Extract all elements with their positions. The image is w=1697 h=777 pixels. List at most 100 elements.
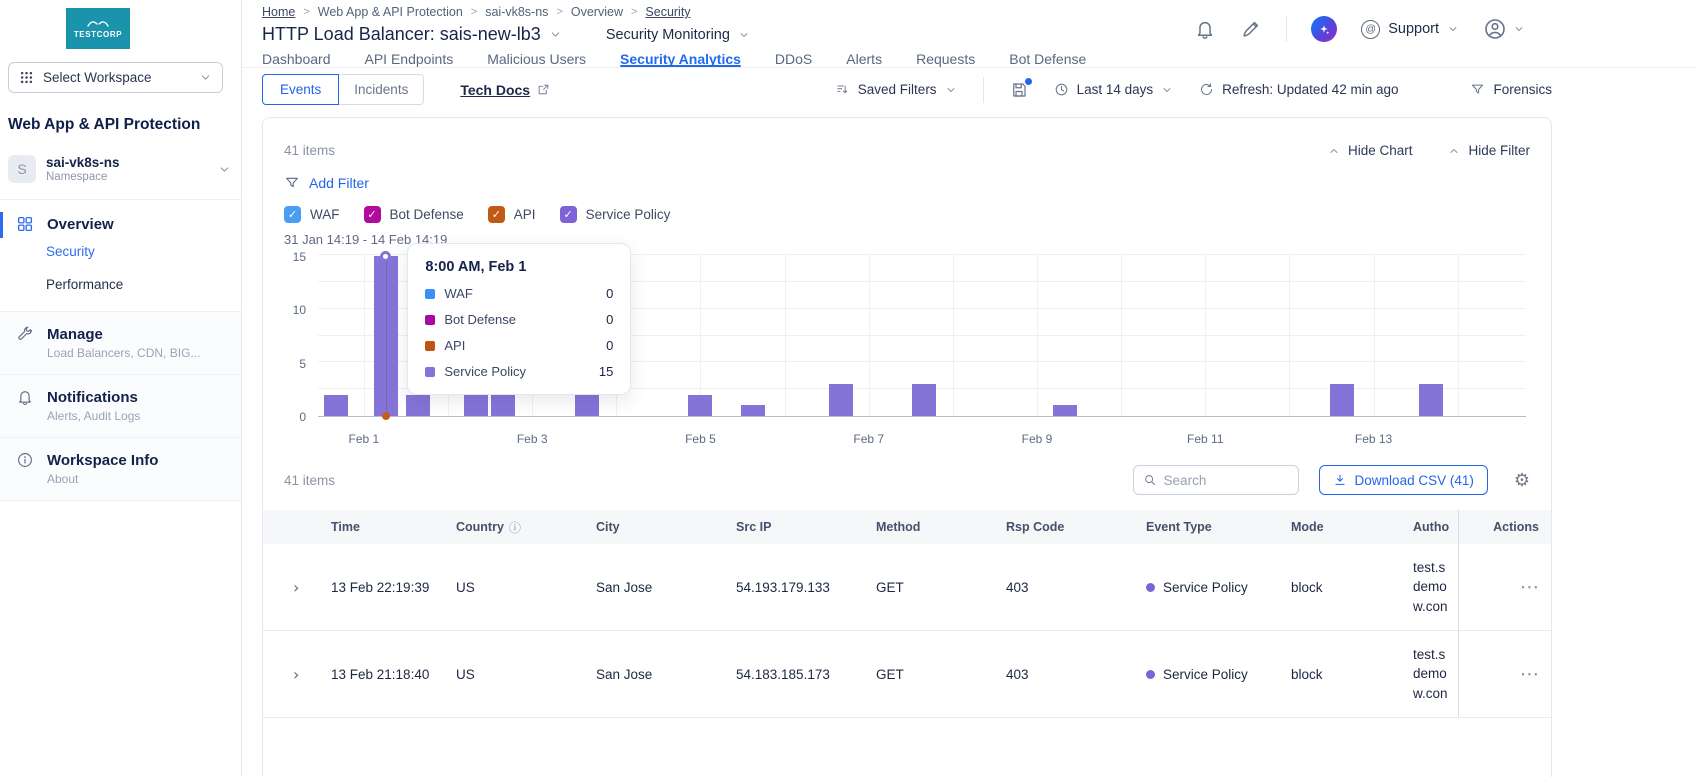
tab-api-endpoints[interactable]: API Endpoints xyxy=(365,51,454,67)
gridline-v xyxy=(1457,255,1459,416)
refresh-button[interactable]: Refresh: Updated 42 min ago xyxy=(1199,82,1398,97)
funnel-icon xyxy=(1472,84,1484,94)
incidents-toggle[interactable]: Incidents xyxy=(339,74,425,105)
chevron-up-icon xyxy=(1330,148,1338,153)
tab-bot-defense[interactable]: Bot Defense xyxy=(1009,51,1086,67)
legend-checkbox-service-policy[interactable]: ✓ Service Policy xyxy=(559,206,670,223)
breadcrumb-item-overview[interactable]: Overview xyxy=(571,5,623,19)
checkbox-checked-icon[interactable]: ✓ xyxy=(487,206,505,223)
tab-malicious-users[interactable]: Malicious Users xyxy=(487,51,586,67)
header-cell-event-type[interactable]: Event Type xyxy=(1146,510,1291,544)
wrench-icon xyxy=(18,326,32,341)
workspace-selector[interactable]: Select Workspace xyxy=(8,62,223,93)
page-title: HTTP Load Balancer: sais-new-lb3 xyxy=(262,24,541,44)
add-filter-button[interactable]: Add Filter xyxy=(284,175,1530,191)
sidebar-item-workspace-info[interactable]: Workspace Info About xyxy=(0,437,241,502)
support-menu[interactable]: @ Support xyxy=(1361,19,1459,39)
chart-plot: 8:00 AM, Feb 1 WAF 0 Bot Defense 0 API 0 Servi… xyxy=(318,243,1526,420)
checkbox-checked-icon[interactable]: ✓ xyxy=(559,206,577,223)
hide-chart-button[interactable]: Hide Chart xyxy=(1328,143,1412,158)
chart-bar[interactable] xyxy=(1418,384,1443,416)
gridline-v xyxy=(1289,255,1291,416)
tech-docs-link[interactable]: Tech Docs xyxy=(460,82,550,98)
forensics-button[interactable]: Forensics xyxy=(1470,82,1552,97)
legend-checkbox-bot-defense[interactable]: ✓ Bot Defense xyxy=(363,206,464,223)
ai-assistant-button[interactable] xyxy=(1311,16,1338,42)
sidebar-item-notifications[interactable]: Notifications Alerts, Audit Logs xyxy=(0,374,241,438)
header-cell-time[interactable]: Time xyxy=(331,510,456,544)
sidebar-item-security[interactable]: Security xyxy=(0,235,241,268)
header-cell-autho[interactable]: Autho xyxy=(1413,510,1458,544)
chart-bar[interactable] xyxy=(575,394,600,416)
chart-bar[interactable] xyxy=(1052,405,1077,416)
checkbox-checked-icon[interactable]: ✓ xyxy=(363,206,381,223)
tab-requests[interactable]: Requests xyxy=(916,51,975,67)
x-tick-label: Feb 3 xyxy=(516,432,548,446)
save-filter-button[interactable] xyxy=(1010,77,1032,99)
bell-icon xyxy=(19,391,31,406)
row-actions-button[interactable]: ⋯ xyxy=(1520,663,1539,685)
header-cell-rsp-code[interactable]: Rsp Code xyxy=(1006,510,1146,544)
row-cell-time: 13 Feb 21:18:40 xyxy=(331,666,430,682)
header-cell-src-ip[interactable]: Src IP xyxy=(736,510,876,544)
hide-filter-button[interactable]: Hide Filter xyxy=(1448,143,1530,158)
tooltip-series-swatch xyxy=(425,288,436,299)
product-title: Web App & API Protection xyxy=(8,116,201,133)
legend-checkbox-waf[interactable]: ✓ WAF xyxy=(284,206,340,223)
header-cell-actions[interactable]: Actions xyxy=(1458,510,1551,544)
sidebar-item-performance[interactable]: Performance xyxy=(0,268,241,301)
account-menu[interactable] xyxy=(1483,17,1525,41)
events-toggle[interactable]: Events xyxy=(262,74,340,105)
notifications-bell-icon[interactable] xyxy=(1194,18,1216,40)
tab-ddos[interactable]: DDoS xyxy=(775,51,812,67)
row-actions-button[interactable]: ⋯ xyxy=(1520,576,1539,598)
gridline-v xyxy=(1205,255,1207,416)
checkbox-checked-icon[interactable]: ✓ xyxy=(284,206,301,223)
chart-bar[interactable] xyxy=(740,405,765,416)
table-settings-gear-icon[interactable]: ⚙ xyxy=(1514,470,1530,491)
monitoring-dropdown[interactable]: Security Monitoring xyxy=(606,27,750,43)
gridline-v xyxy=(1121,255,1123,416)
chart-bar[interactable] xyxy=(406,394,431,416)
expand-row-icon[interactable]: › xyxy=(293,665,299,684)
namespace-selector[interactable]: S sai-vk8s-ns Namespace xyxy=(8,155,231,183)
header-cell-country[interactable]: Country ⓘ xyxy=(456,510,596,544)
header-cell-method[interactable]: Method xyxy=(876,510,1006,544)
tooltip-row: API 0 xyxy=(425,338,613,353)
saved-filters-dropdown[interactable]: Saved Filters xyxy=(835,82,957,97)
y-axis: 0 5 10 15 xyxy=(284,250,310,424)
chevron-down-icon[interactable] xyxy=(549,28,562,41)
breadcrumb-separator: > xyxy=(630,6,638,18)
legend-checkbox-api[interactable]: ✓ API xyxy=(487,206,536,223)
column-info-icon[interactable]: ⓘ xyxy=(509,519,521,536)
tab-dashboard[interactable]: Dashboard xyxy=(262,51,331,67)
time-range-dropdown[interactable]: Last 14 days xyxy=(1054,82,1174,97)
tab-alerts[interactable]: Alerts xyxy=(846,51,882,67)
x-tick-label: Feb 5 xyxy=(685,432,716,446)
tab-security-analytics[interactable]: Security Analytics xyxy=(620,51,741,67)
breadcrumb-item-web-app-api-protection[interactable]: Web App & API Protection xyxy=(318,5,463,19)
breadcrumb-item-sai-vk8s-ns[interactable]: sai-vk8s-ns xyxy=(485,5,548,19)
support-icon: @ xyxy=(1361,19,1381,39)
chart-bar[interactable] xyxy=(687,394,712,416)
chart-bar[interactable] xyxy=(464,394,489,416)
chart-bar[interactable] xyxy=(912,384,937,416)
row-cell-event-type: Service Policy xyxy=(1146,631,1291,717)
theme-brush-icon[interactable] xyxy=(1240,18,1262,40)
chart-bar[interactable] xyxy=(490,394,515,416)
chart-bar[interactable] xyxy=(324,394,349,416)
expand-row-icon[interactable]: › xyxy=(293,578,299,597)
table-row[interactable]: › 13 Feb 22:19:39 US San Jose 54.193.179.133… xyxy=(263,544,1551,631)
download-csv-button[interactable]: Download CSV (41) xyxy=(1318,465,1488,495)
chart-bar[interactable] xyxy=(1330,384,1355,416)
x-tick-label: Feb 7 xyxy=(853,432,885,446)
header-cell-city[interactable]: City xyxy=(596,510,736,544)
breadcrumb-item-home[interactable]: Home xyxy=(262,5,295,19)
search-input[interactable] xyxy=(1163,472,1274,488)
chart-bar[interactable] xyxy=(829,384,854,416)
table-row[interactable]: › 13 Feb 21:18:40 US San Jose 54.183.185.173… xyxy=(263,631,1551,718)
breadcrumb-item-security[interactable]: Security xyxy=(645,5,690,19)
sidebar-item-manage[interactable]: Manage Load Balancers, CDN, BIG... xyxy=(0,311,241,375)
header-cell-mode[interactable]: Mode xyxy=(1291,510,1413,544)
sidebar-item-overview[interactable]: Overview Security Performance xyxy=(0,200,241,311)
